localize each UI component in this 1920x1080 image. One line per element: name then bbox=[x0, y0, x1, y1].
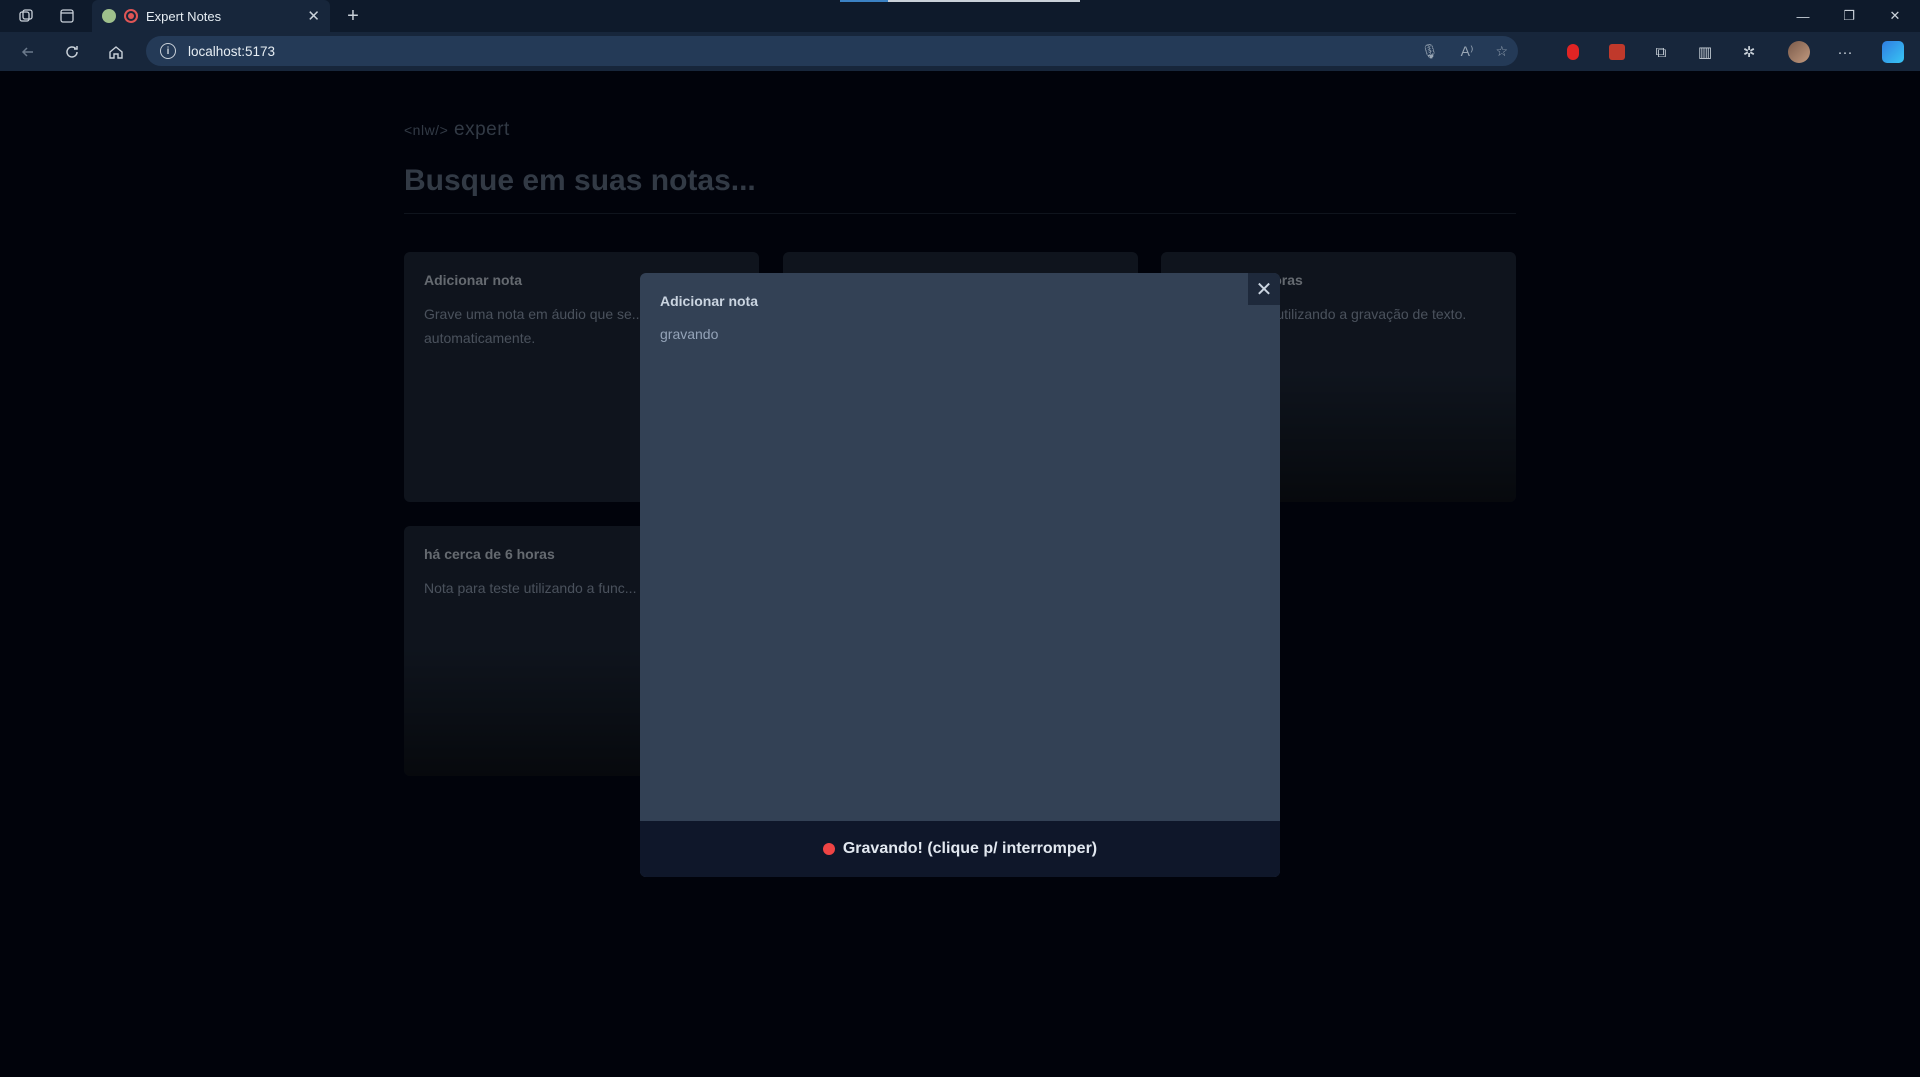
read-aloud-icon[interactable]: A⁾ bbox=[1461, 43, 1474, 60]
page-viewport: <nlw/> expert Busque em suas notas... Ad… bbox=[0, 71, 1920, 1080]
collections-icon[interactable]: ✲ bbox=[1736, 39, 1762, 65]
tab-title: Expert Notes bbox=[146, 8, 222, 24]
modal-title: Adicionar nota bbox=[660, 293, 759, 309]
minimize-button[interactable]: — bbox=[1780, 0, 1826, 32]
modal-body-text: gravando bbox=[660, 326, 719, 342]
info-icon[interactable]: i bbox=[160, 43, 176, 59]
window-close-button[interactable]: ✕ bbox=[1872, 0, 1918, 32]
copilot-icon[interactable] bbox=[1880, 39, 1906, 65]
split-screen-icon[interactable]: ▥ bbox=[1692, 39, 1718, 65]
restore-button[interactable]: ❐ bbox=[1826, 0, 1872, 32]
tab-actions-icon[interactable] bbox=[52, 1, 82, 31]
browser-toolbar: i localhost:5173 🎙 A⁾ ☆ ⧉ ▥ ✲ ··· bbox=[0, 32, 1920, 71]
browser-tab-bar: Expert Notes ✕ + — ❐ ✕ bbox=[0, 0, 1920, 32]
more-icon[interactable]: ··· bbox=[1832, 39, 1858, 65]
url-text[interactable]: localhost:5173 bbox=[188, 44, 275, 59]
back-icon bbox=[21, 47, 33, 57]
back-button[interactable] bbox=[12, 36, 44, 68]
address-bar[interactable]: i localhost:5173 🎙 A⁾ ☆ bbox=[146, 36, 1518, 66]
site-favicon-icon bbox=[102, 9, 116, 23]
stop-recording-button[interactable]: Gravando! (clique p/ interromper) bbox=[640, 821, 1280, 877]
add-note-modal: ✕ Adicionar nota gravando Gravando! (cli… bbox=[640, 273, 1280, 877]
workspaces-icon[interactable] bbox=[11, 1, 41, 31]
favorite-star-icon[interactable]: ☆ bbox=[1495, 43, 1508, 60]
tab-close-icon[interactable]: ✕ bbox=[307, 7, 320, 25]
home-icon bbox=[109, 46, 123, 59]
extension-adblock-icon[interactable] bbox=[1604, 39, 1630, 65]
extension-red-icon[interactable] bbox=[1560, 39, 1586, 65]
stop-recording-label: Gravando! (clique p/ interromper) bbox=[842, 840, 1098, 857]
loading-progress-accent bbox=[840, 0, 888, 2]
recording-indicator-icon bbox=[124, 9, 138, 23]
recording-icon bbox=[822, 843, 835, 855]
refresh-button[interactable] bbox=[56, 36, 88, 68]
microphone-icon[interactable]: 🎙 bbox=[1421, 43, 1439, 60]
home-button[interactable] bbox=[100, 36, 132, 68]
profile-avatar[interactable] bbox=[1786, 39, 1812, 65]
refresh-icon bbox=[66, 46, 78, 58]
close-icon[interactable]: ✕ bbox=[1248, 273, 1280, 305]
extension-icon[interactable]: ⧉ bbox=[1648, 39, 1674, 65]
browser-tab-expert-notes[interactable]: Expert Notes ✕ bbox=[92, 0, 330, 32]
new-tab-button[interactable]: + bbox=[338, 1, 368, 31]
